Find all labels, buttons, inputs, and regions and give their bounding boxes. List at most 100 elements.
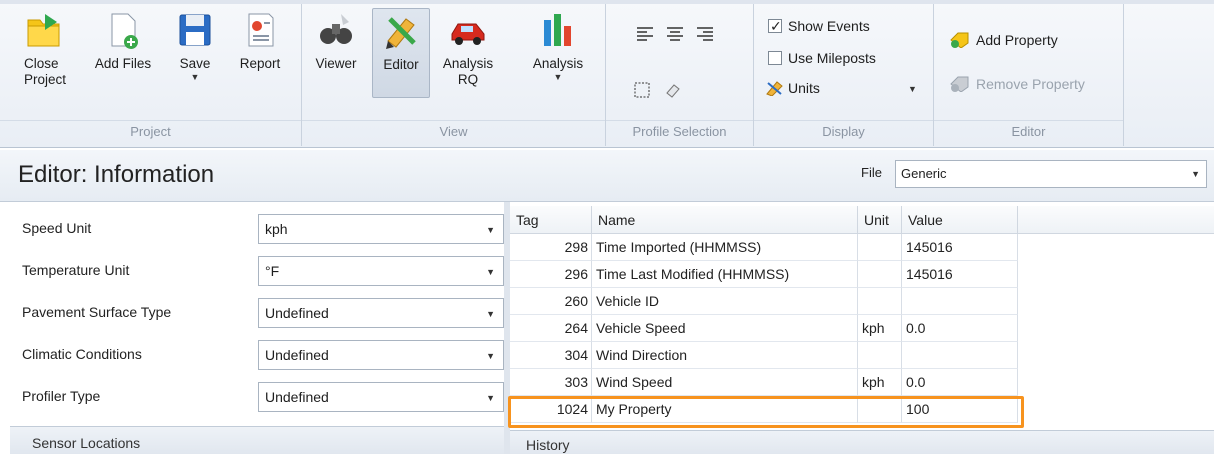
property-row-climatic-conditions: Climatic Conditions Undefined ▼ bbox=[10, 334, 504, 376]
tag-cell: 264 bbox=[510, 315, 592, 342]
close-project-label: Close Project bbox=[24, 56, 67, 87]
units-button[interactable]: Units bbox=[766, 78, 820, 98]
value-cell[interactable]: 145016 bbox=[902, 261, 1018, 288]
chevron-down-icon[interactable]: ▼ bbox=[1191, 161, 1200, 187]
chevron-down-icon[interactable]: ▼ bbox=[486, 300, 495, 328]
temperature-unit-select[interactable]: °F ▼ bbox=[258, 256, 504, 286]
property-label: Profiler Type bbox=[22, 388, 101, 404]
select-value: Undefined bbox=[265, 305, 329, 321]
section-title: Sensor Locations bbox=[32, 435, 141, 451]
tag-cell: 303 bbox=[510, 369, 592, 396]
sensor-locations-section-header[interactable]: Sensor Locations bbox=[10, 426, 504, 454]
table-row[interactable]: 264 Vehicle Speed kph 0.0 bbox=[510, 315, 1214, 342]
unit-cell bbox=[858, 342, 902, 369]
value-cell[interactable] bbox=[902, 342, 1018, 369]
profiler-type-select[interactable]: Undefined ▼ bbox=[258, 382, 504, 412]
align-left-icon[interactable] bbox=[636, 26, 654, 42]
group-label-project: Project bbox=[0, 120, 301, 142]
show-events-checkbox[interactable]: Show Events bbox=[768, 16, 870, 36]
checkbox-unchecked-icon bbox=[768, 51, 782, 65]
ribbon: Close Project Add Files Save ▼ Report Pr… bbox=[0, 0, 1214, 148]
tag-cell: 296 bbox=[510, 261, 592, 288]
unit-cell: kph bbox=[858, 369, 902, 396]
table-row[interactable]: 303 Wind Speed kph 0.0 bbox=[510, 369, 1214, 396]
value-cell[interactable]: 145016 bbox=[902, 234, 1018, 261]
editor-label: Editor bbox=[383, 57, 419, 72]
table-row[interactable]: 298 Time Imported (HHMMSS) 145016 bbox=[510, 234, 1214, 261]
climatic-conditions-select[interactable]: Undefined ▼ bbox=[258, 340, 504, 370]
chevron-down-icon[interactable]: ▼ bbox=[486, 384, 495, 412]
ribbon-group-display: Show Events Use Mileposts Units ▼ Displa… bbox=[754, 4, 934, 146]
viewer-button[interactable]: Viewer bbox=[308, 10, 364, 72]
eraser-icon[interactable] bbox=[664, 82, 682, 98]
select-value: kph bbox=[265, 221, 288, 237]
property-row-profiler-type: Profiler Type Undefined ▼ bbox=[10, 376, 504, 418]
file-select-value: Generic bbox=[901, 166, 947, 181]
property-label: Climatic Conditions bbox=[22, 346, 142, 362]
value-cell[interactable]: 0.0 bbox=[902, 369, 1018, 396]
chevron-down-icon[interactable]: ▼ bbox=[486, 258, 495, 286]
group-label-profile-selection: Profile Selection bbox=[606, 120, 753, 142]
folder-icon bbox=[25, 10, 63, 50]
bar-chart-icon bbox=[539, 10, 577, 50]
value-cell[interactable]: 0.0 bbox=[902, 315, 1018, 342]
table-row[interactable]: 296 Time Last Modified (HHMMSS) 145016 bbox=[510, 261, 1214, 288]
properties-pane: Speed Unit kph ▼ Temperature Unit °F ▼ P… bbox=[10, 206, 504, 424]
tag-cell: 304 bbox=[510, 342, 592, 369]
value-cell[interactable] bbox=[902, 288, 1018, 315]
property-row-pavement-surface-type: Pavement Surface Type Undefined ▼ bbox=[10, 292, 504, 334]
align-center-icon[interactable] bbox=[666, 26, 684, 42]
history-section-header[interactable]: History bbox=[510, 430, 1214, 454]
file-label: File bbox=[861, 165, 882, 180]
analysis-rq-button[interactable]: Analysis RQ bbox=[436, 10, 500, 88]
chevron-down-icon[interactable]: ▼ bbox=[486, 342, 495, 370]
file-select[interactable]: Generic ▼ bbox=[895, 160, 1207, 188]
show-events-label: Show Events bbox=[788, 18, 870, 34]
page-title: Editor: Information bbox=[18, 161, 215, 188]
chevron-down-icon[interactable]: ▼ bbox=[486, 216, 495, 244]
property-table: Tag Name Unit Value 298 Time Imported (H… bbox=[510, 206, 1214, 424]
property-row-temperature-unit: Temperature Unit °F ▼ bbox=[10, 250, 504, 292]
remove-tag-icon bbox=[950, 76, 970, 93]
units-icon bbox=[766, 80, 784, 97]
unit-cell bbox=[858, 261, 902, 288]
editor-button[interactable]: Editor bbox=[372, 8, 430, 98]
display-dropdown-icon[interactable]: ▼ bbox=[908, 84, 917, 94]
section-title: History bbox=[526, 437, 570, 453]
save-button[interactable]: Save ▼ bbox=[170, 10, 220, 82]
select-rectangle-icon[interactable] bbox=[634, 82, 650, 98]
remove-property-button[interactable]: Remove Property bbox=[950, 74, 1085, 94]
add-files-label: Add Files bbox=[94, 56, 152, 71]
analysis-label: Analysis bbox=[532, 56, 584, 71]
property-row-speed-unit: Speed Unit kph ▼ bbox=[10, 208, 504, 250]
report-label: Report bbox=[239, 56, 281, 71]
report-button[interactable]: Report bbox=[230, 10, 290, 72]
property-label: Pavement Surface Type bbox=[22, 304, 172, 320]
align-right-icon[interactable] bbox=[696, 26, 714, 42]
table-row[interactable]: 260 Vehicle ID bbox=[510, 288, 1214, 315]
column-header-name[interactable]: Name bbox=[592, 206, 858, 234]
ribbon-group-profile-selection: Profile Selection bbox=[606, 4, 754, 146]
name-cell: Time Last Modified (HHMMSS) bbox=[592, 261, 858, 288]
add-property-button[interactable]: Add Property bbox=[950, 30, 1058, 50]
column-header-tag[interactable]: Tag bbox=[510, 206, 592, 234]
ribbon-group-view: Viewer Editor Analysis RQ Analysis ▼ Vie… bbox=[302, 4, 606, 146]
ribbon-group-project: Close Project Add Files Save ▼ Report Pr… bbox=[0, 4, 302, 146]
units-label: Units bbox=[788, 80, 820, 96]
report-icon bbox=[241, 10, 279, 50]
pavement-surface-type-select[interactable]: Undefined ▼ bbox=[258, 298, 504, 328]
column-header-unit[interactable]: Unit bbox=[858, 206, 902, 234]
column-header-value[interactable]: Value bbox=[902, 206, 1018, 234]
name-cell: Wind Speed bbox=[592, 369, 858, 396]
speed-unit-select[interactable]: kph ▼ bbox=[258, 214, 504, 244]
table-row[interactable]: 304 Wind Direction bbox=[510, 342, 1214, 369]
select-value: °F bbox=[265, 263, 280, 279]
editor-header: Editor: Information File Generic ▼ bbox=[0, 150, 1214, 202]
close-project-button[interactable]: Close Project bbox=[14, 10, 74, 88]
property-label: Speed Unit bbox=[22, 220, 92, 236]
add-files-button[interactable]: Add Files bbox=[88, 10, 158, 72]
analysis-button[interactable]: Analysis ▼ bbox=[526, 10, 590, 82]
chevron-down-icon: ▼ bbox=[190, 72, 200, 82]
use-mileposts-checkbox[interactable]: Use Mileposts bbox=[768, 48, 876, 68]
unit-cell bbox=[858, 234, 902, 261]
